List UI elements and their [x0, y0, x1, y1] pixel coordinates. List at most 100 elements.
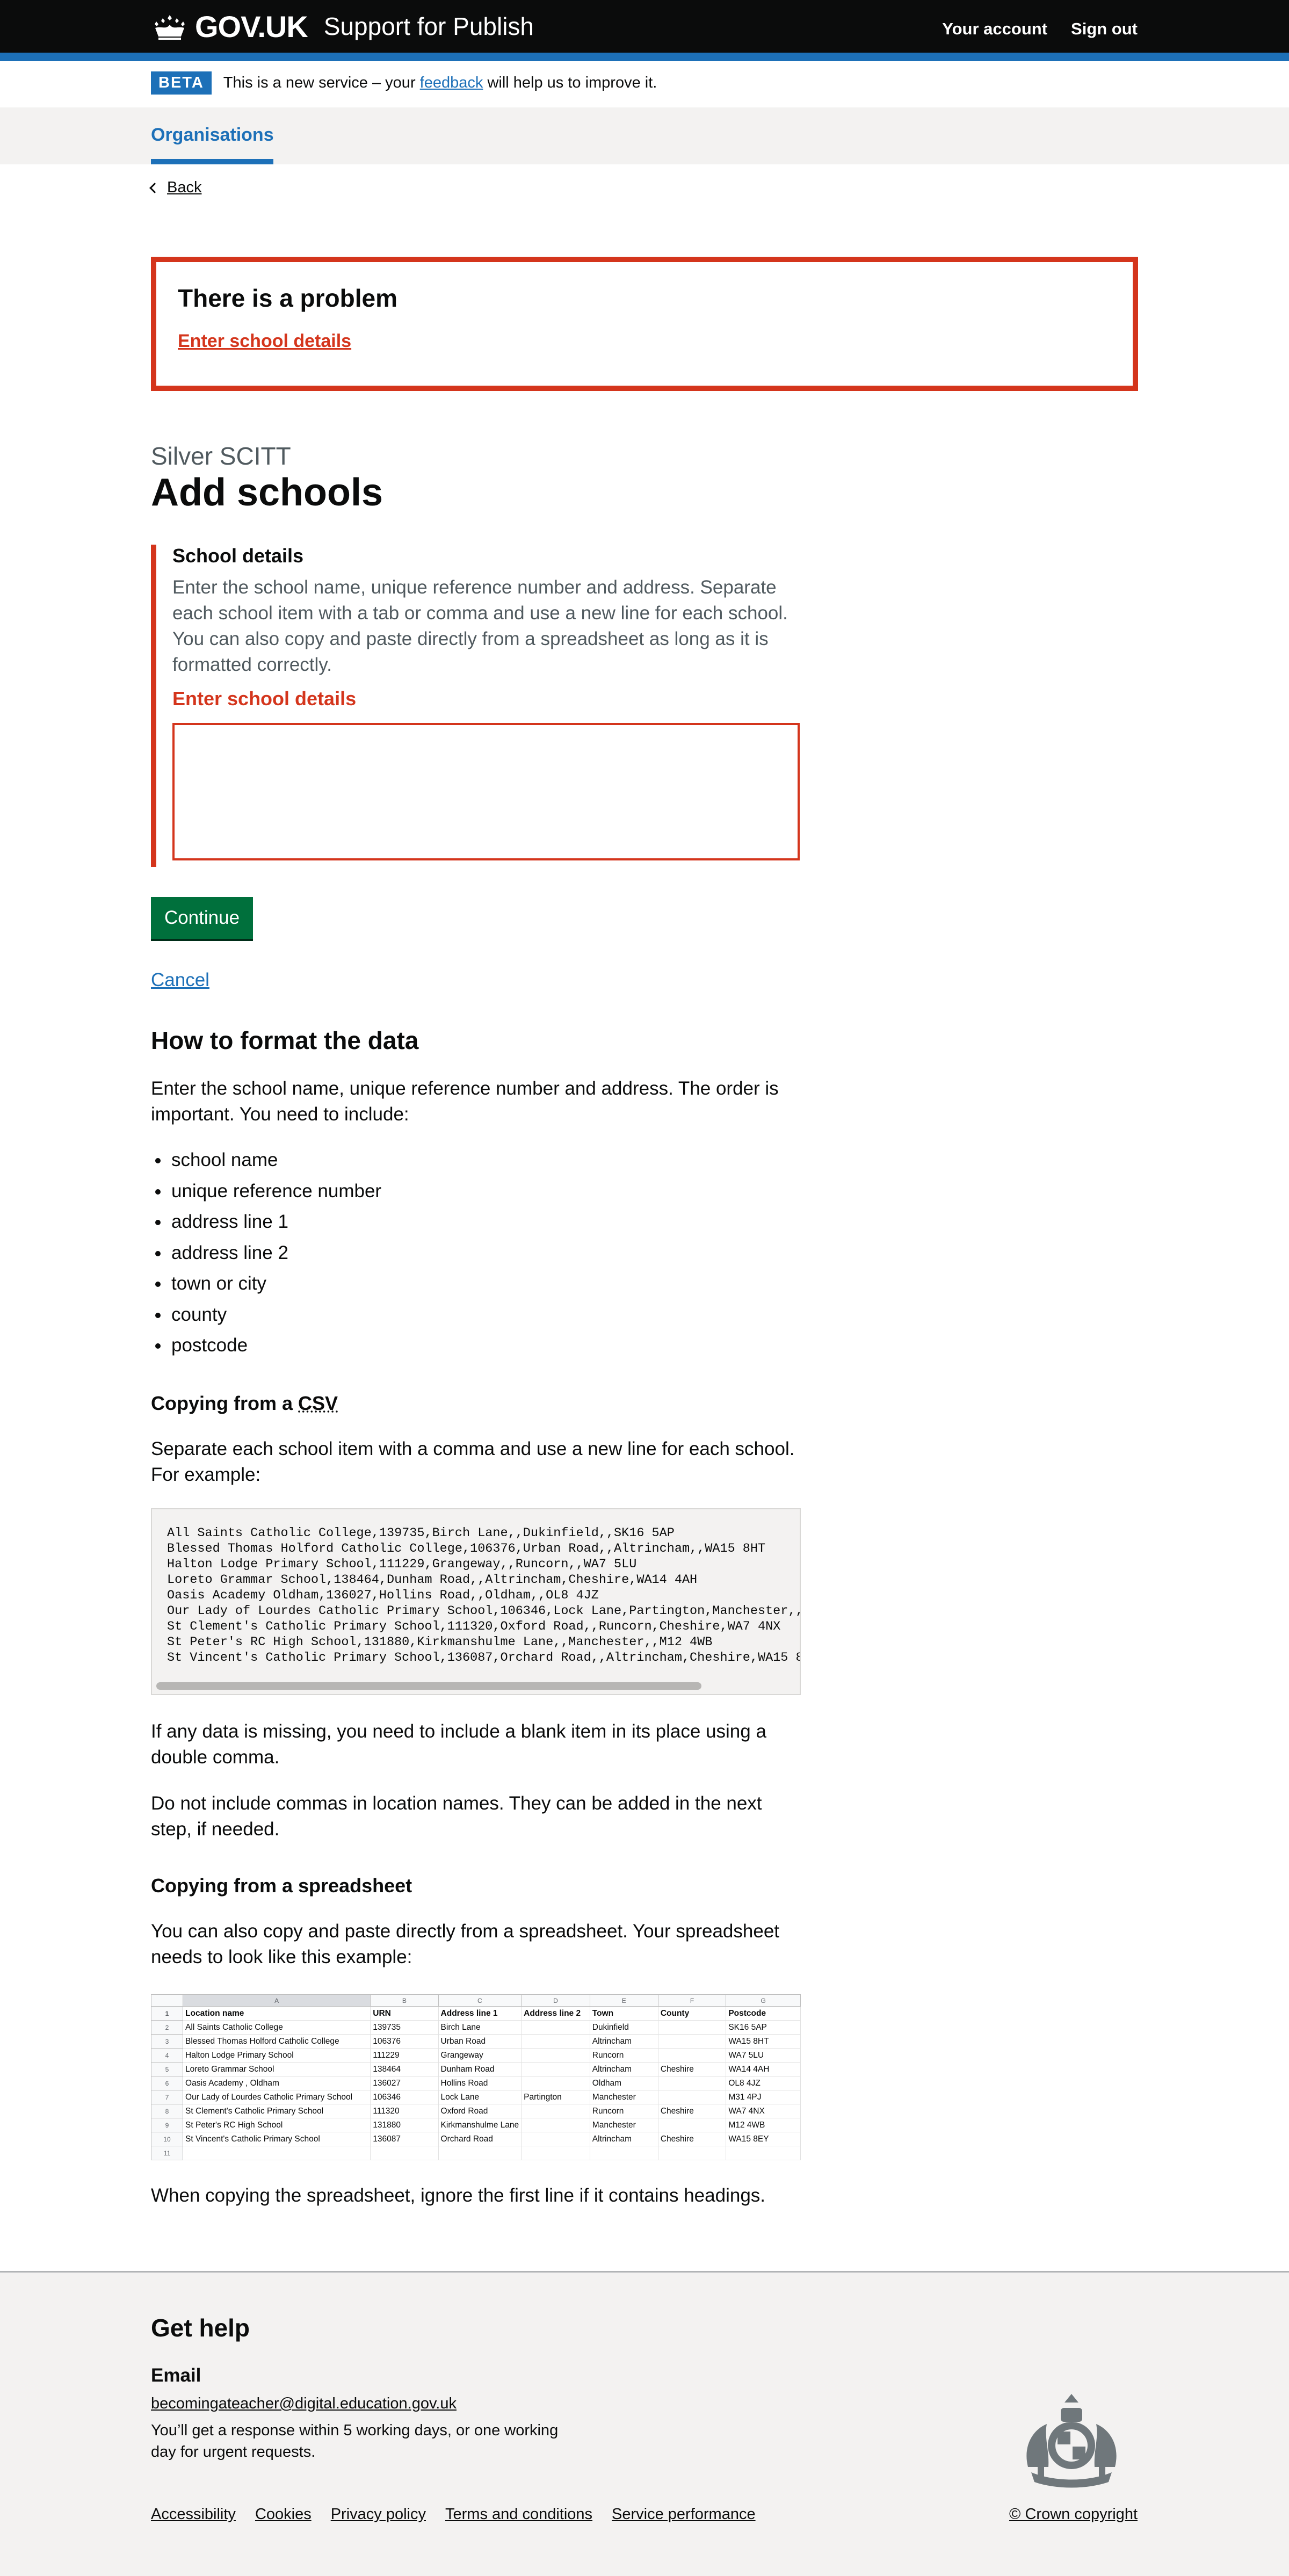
feedback-link[interactable]: feedback [420, 74, 483, 92]
school-details-form-group: School details Enter the school name, un… [151, 545, 800, 867]
spreadsheet-heading: Copying from a spreadsheet [151, 1875, 412, 1897]
spreadsheet-cell: 138464 [370, 2062, 439, 2076]
spreadsheet-cell: St Peter's RC High School [183, 2118, 371, 2132]
list-item: town or city [151, 1271, 381, 1302]
missing-data-note: If any data is missing, you need to incl… [151, 1721, 766, 1768]
footer-link-cookies[interactable]: Cookies [255, 2506, 312, 2523]
spreadsheet-cell: Loreto Grammar School [183, 2062, 371, 2076]
footer-link-service-performance[interactable]: Service performance [612, 2506, 756, 2523]
list-item: school name [151, 1147, 381, 1178]
spreadsheet-cell: 106376 [370, 2034, 439, 2049]
spreadsheet-cell: 106346 [370, 2090, 439, 2104]
site-footer: Get help Email becomingateacher@digital.… [0, 2271, 1289, 2576]
table-row: 11 [151, 2146, 801, 2160]
page-title: Add schools [151, 471, 383, 514]
footer-link-privacy[interactable]: Privacy policy [331, 2506, 426, 2523]
spreadsheet-cell: Our Lady of Lourdes Catholic Primary Sch… [183, 2090, 371, 2104]
spreadsheet-cell [521, 2034, 590, 2049]
spreadsheet-cell: Partington [521, 2090, 590, 2104]
spreadsheet-cell: WA15 8HT [726, 2034, 801, 2049]
error-summary: There is a problem Enter school details [151, 257, 1138, 391]
list-item: address line 2 [151, 1240, 381, 1271]
code-line: Our Lady of Lourdes Catholic Primary Sch… [167, 1604, 801, 1618]
footer-email-heading: Email [151, 2365, 201, 2386]
spreadsheet-cell: Oxford Road [438, 2104, 522, 2118]
spreadsheet-cell [657, 2020, 727, 2035]
nav-item-organisations[interactable]: Organisations [151, 125, 274, 146]
commas-note: Do not include commas in location names.… [151, 1793, 762, 1840]
back-link-container: Back [149, 179, 201, 197]
spreadsheet-column-letter: F [657, 1994, 727, 2007]
spreadsheet-header-cell: Town [589, 2006, 658, 2021]
school-details-textarea[interactable] [172, 723, 800, 860]
spreadsheet-row-number: 1 [151, 2006, 184, 2021]
format-heading: How to format the data [151, 1026, 419, 1054]
spreadsheet-cell [521, 2104, 590, 2118]
crown-copyright-link[interactable]: © Crown copyright [1009, 2506, 1138, 2523]
spreadsheet-cell [726, 2146, 801, 2160]
spreadsheet-row-number: 2 [151, 2020, 184, 2035]
spreadsheet-corner-cell [151, 1994, 184, 2007]
spreadsheet-header-cell: Address line 1 [438, 2006, 522, 2021]
spreadsheet-cell: WA15 8EY [726, 2132, 801, 2146]
spreadsheet-cell: WA14 4AH [726, 2062, 801, 2076]
spreadsheet-cell: Grangeway [438, 2048, 522, 2063]
csv-abbreviation: CSV [298, 1392, 338, 1414]
csv-heading: Copying from a CSV [151, 1392, 338, 1415]
govuk-logo-text: GOV.UK [195, 9, 308, 44]
spreadsheet-cell: Cheshire [657, 2132, 727, 2146]
list-item: unique reference number [151, 1178, 381, 1210]
spreadsheet-cell: Dunham Road [438, 2062, 522, 2076]
code-line: Halton Lodge Primary School,111229,Grang… [167, 1557, 637, 1572]
horizontal-scrollbar[interactable] [156, 1682, 701, 1690]
spreadsheet-header-cell: Location name [183, 2006, 371, 2021]
cancel-link[interactable]: Cancel [151, 969, 209, 991]
table-row: 4 Halton Lodge Primary School 111229 Grange… [151, 2048, 801, 2063]
spreadsheet-cell: Oldham [589, 2076, 658, 2090]
spreadsheet-cell: Runcorn [589, 2048, 658, 2063]
spreadsheet-cell [657, 2048, 727, 2063]
spreadsheet-cell: Altrincham [589, 2132, 658, 2146]
royal-coat-of-arms-icon [1026, 2394, 1117, 2488]
spreadsheet-cell: 131880 [370, 2118, 439, 2132]
footer-link-accessibility[interactable]: Accessibility [151, 2506, 236, 2523]
spreadsheet-row-number: 5 [151, 2062, 184, 2076]
footer-link-terms[interactable]: Terms and conditions [445, 2506, 592, 2523]
support-email-link[interactable]: becomingateacher@digital.education.gov.u… [151, 2395, 457, 2413]
spreadsheet-cell [521, 2062, 590, 2076]
spreadsheet-cell [438, 2146, 522, 2160]
your-account-link[interactable]: Your account [942, 19, 1047, 39]
spreadsheet-note: When copying the spreadsheet, ignore the… [151, 2185, 766, 2206]
spreadsheet-cell: M31 4PJ [726, 2090, 801, 2104]
table-row: 7 Our Lady of Lourdes Catholic Primary Sc… [151, 2090, 801, 2104]
spreadsheet-cell: Runcorn [589, 2104, 658, 2118]
code-line: All Saints Catholic College,139735,Birch… [167, 1526, 675, 1540]
beta-tag: BETA [151, 71, 212, 95]
crown-icon [155, 15, 185, 40]
error-summary-link[interactable]: Enter school details [178, 331, 351, 351]
code-line: Loreto Grammar School,138464,Dunham Road… [167, 1573, 698, 1587]
spreadsheet-cell [657, 2146, 727, 2160]
code-line: Oasis Academy Oldham,136027,Hollins Road… [167, 1588, 599, 1603]
spreadsheet-header-cell: URN [370, 2006, 439, 2021]
table-row: 2 All Saints Catholic College 139735 Birch … [151, 2020, 801, 2035]
spreadsheet-cell [521, 2020, 590, 2035]
govuk-logo-link[interactable]: GOV.UK Support for Publish [151, 9, 534, 44]
continue-button[interactable]: Continue [151, 897, 253, 939]
phase-banner-text-after: will help us to improve it. [487, 74, 657, 91]
csv-heading-text: Copying from a [151, 1392, 293, 1414]
back-link[interactable]: Back [167, 179, 201, 197]
spreadsheet-intro: You can also copy and paste directly fro… [151, 1921, 780, 1967]
spreadsheet-row-number: 9 [151, 2118, 184, 2132]
spreadsheet-cell: Birch Lane [438, 2020, 522, 2035]
sign-out-link[interactable]: Sign out [1071, 19, 1138, 39]
spreadsheet-row-number: 4 [151, 2048, 184, 2063]
csv-intro: Separate each school item with a comma a… [151, 1438, 795, 1485]
table-row: 6 Oasis Academy , Oldham 136027 Hollins Roa… [151, 2076, 801, 2090]
spreadsheet-column-header-row: ABCDEFG [151, 1994, 801, 2007]
spreadsheet-cell: Cheshire [657, 2104, 727, 2118]
spreadsheet-cell: Lock Lane [438, 2090, 522, 2104]
csv-example-code-block[interactable]: All Saints Catholic College,139735,Birch… [151, 1508, 801, 1695]
spreadsheet-cell: Blessed Thomas Holford Catholic College [183, 2034, 371, 2049]
spreadsheet-example-table: A B C D E F G 1 Location name URN Address line 1 Ad… [151, 1994, 801, 2160]
